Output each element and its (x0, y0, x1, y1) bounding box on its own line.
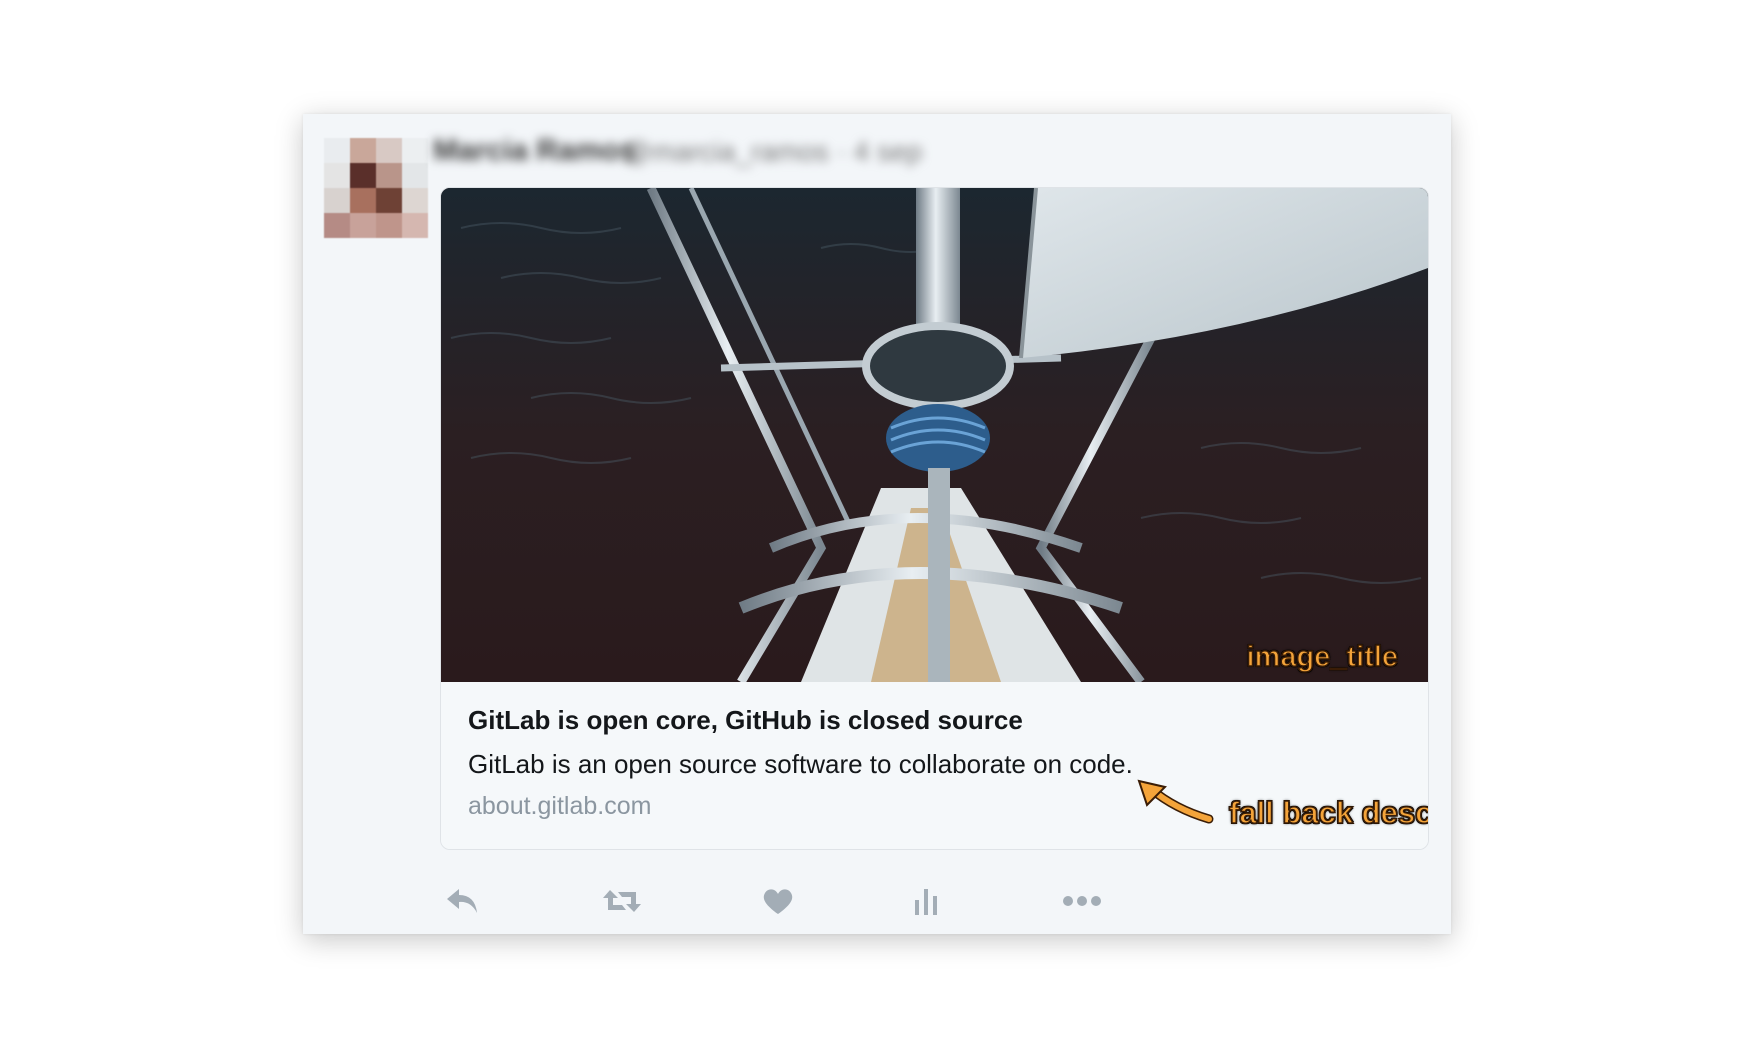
analytics-icon (915, 889, 937, 915)
image-title-annotation: image_title (1246, 640, 1399, 674)
reply-icon (447, 889, 477, 913)
annotation-arrow-icon (1137, 779, 1214, 824)
card-title[interactable]: GitLab is open core, GitHub is closed so… (468, 705, 1023, 736)
more-button[interactable] (1060, 879, 1104, 923)
reply-button[interactable] (440, 879, 484, 923)
fallback-description-annotation: fall back description (1228, 794, 1428, 831)
tweet-actions (440, 879, 1340, 927)
retweet-button[interactable] (600, 879, 644, 923)
retweet-icon (603, 890, 641, 912)
card-image[interactable]: image_title (441, 188, 1428, 682)
card-body[interactable]: GitLab is open core, GitHub is closed so… (441, 682, 1428, 849)
tweet: Marcia Ramos @marcia_ramos · 4 sep image… (303, 114, 1451, 934)
more-icon (1063, 896, 1101, 906)
card-domain[interactable]: about.gitlab.com (468, 792, 651, 821)
analytics-button[interactable] (904, 879, 948, 923)
author-name[interactable]: Marcia Ramos (433, 134, 636, 168)
heart-icon (763, 889, 793, 914)
avatar[interactable] (324, 138, 428, 238)
like-button[interactable] (756, 879, 800, 923)
author-handle[interactable]: @marcia_ramos · 4 sep (623, 136, 922, 168)
sailboat-bow-photo (441, 188, 1428, 682)
link-card[interactable]: image_title GitLab is open core, GitHub … (440, 187, 1429, 850)
card-description[interactable]: GitLab is an open source software to col… (468, 749, 1133, 780)
